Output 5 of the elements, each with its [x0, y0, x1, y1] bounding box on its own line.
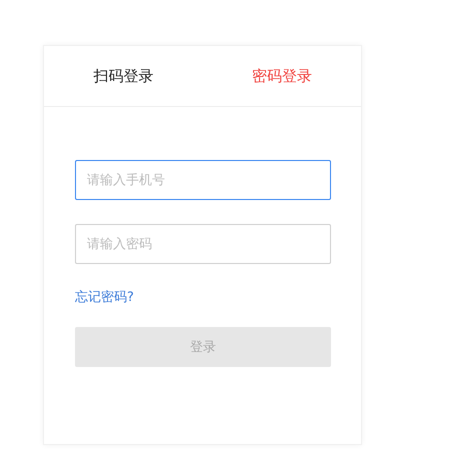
login-tab[interactable]: 密码登录 — [202, 46, 361, 106]
login-tab[interactable]: 扫码登录 — [44, 46, 202, 106]
password-input-field[interactable]: 请输入密码 — [75, 224, 331, 264]
phone-input-field[interactable]: 请输入手机号 — [75, 160, 331, 200]
forgot-password-link[interactable]: 忘记密码? — [75, 288, 134, 306]
